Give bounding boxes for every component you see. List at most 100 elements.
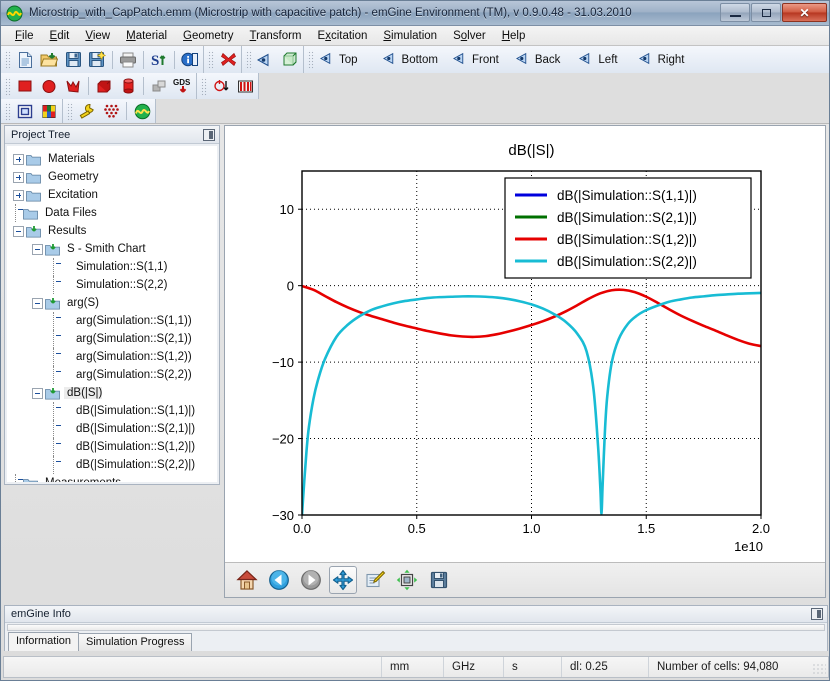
- dock-pin-icon[interactable]: [811, 608, 823, 620]
- eye-view-icon[interactable]: [254, 49, 278, 71]
- menu-simulation[interactable]: Simulation: [375, 28, 445, 44]
- info-icon[interactable]: [178, 49, 202, 71]
- project-tree[interactable]: MaterialsGeometryExcitationData FilesRes…: [7, 146, 217, 482]
- tree-node[interactable]: Simulation::S(2,2): [7, 276, 217, 294]
- tree-node[interactable]: arg(S): [7, 294, 217, 312]
- toolbar-gripper[interactable]: [4, 102, 11, 121]
- view-box-icon[interactable]: [13, 100, 37, 122]
- open-folder-icon[interactable]: [37, 49, 61, 71]
- tree-node[interactable]: arg(Simulation::S(1,1)): [7, 312, 217, 330]
- tree-node[interactable]: Simulation::S(1,1): [7, 258, 217, 276]
- tree-node-label: Measurements: [42, 477, 121, 482]
- run-simulation-icon[interactable]: [130, 100, 154, 122]
- polygon-shape-icon[interactable]: [61, 75, 85, 97]
- tab-simulation-progress[interactable]: Simulation Progress: [78, 633, 192, 651]
- mesh-grid-icon[interactable]: [99, 100, 123, 122]
- ellipse-shape-icon[interactable]: [37, 75, 61, 97]
- save-figure-icon[interactable]: [425, 566, 453, 594]
- menu-edit[interactable]: Edit: [42, 28, 78, 44]
- tree-node-label: arg(Simulation::S(2,2)): [73, 369, 192, 381]
- forward-arrow-icon[interactable]: [297, 566, 325, 594]
- view-front-button[interactable]: Front: [449, 50, 506, 70]
- tree-node[interactable]: dB(|Simulation::S(2,2)|): [7, 456, 217, 474]
- home-icon[interactable]: [233, 566, 261, 594]
- back-arrow-icon[interactable]: [265, 566, 293, 594]
- view-back-button[interactable]: Back: [512, 50, 568, 70]
- box-solid-icon[interactable]: [92, 75, 116, 97]
- results-folder-icon: [45, 387, 60, 399]
- print-icon[interactable]: [116, 49, 140, 71]
- tree-collapse-icon[interactable]: [13, 226, 24, 237]
- tree-node[interactable]: dB(|Simulation::S(1,1)|): [7, 402, 217, 420]
- menu-file[interactable]: File: [7, 28, 42, 44]
- tree-node[interactable]: Materials: [7, 150, 217, 168]
- minimize-button[interactable]: [720, 3, 750, 22]
- tree-node[interactable]: dB(|Simulation::S(1,2)|): [7, 438, 217, 456]
- tree-expand-icon[interactable]: [13, 172, 24, 183]
- eye-view-icon: [383, 52, 399, 68]
- wireframe-cube-icon[interactable]: [278, 49, 302, 71]
- close-button[interactable]: ✕: [782, 3, 827, 22]
- tree-node[interactable]: S - Smith Chart: [7, 240, 217, 258]
- tree-node[interactable]: Measurements: [7, 474, 217, 482]
- wrench-settings-icon[interactable]: [75, 100, 99, 122]
- toolbar-gripper[interactable]: [4, 77, 11, 96]
- save-icon[interactable]: [61, 49, 85, 71]
- view-top-button[interactable]: Top: [316, 50, 365, 70]
- tree-expand-icon[interactable]: [13, 154, 24, 165]
- tree-node[interactable]: arg(Simulation::S(1,2)): [7, 348, 217, 366]
- tree-expand-icon[interactable]: [13, 190, 24, 201]
- menu-excitation[interactable]: Excitation: [310, 28, 376, 44]
- gds-import-icon[interactable]: GDS: [171, 75, 195, 97]
- folder-icon: [26, 153, 41, 165]
- resize-grip-icon[interactable]: [812, 663, 826, 675]
- new-document-icon[interactable]: [13, 49, 37, 71]
- toolbar-separator: [174, 51, 175, 69]
- save-as-icon[interactable]: [85, 49, 109, 71]
- info-scrollbar[interactable]: [7, 624, 825, 631]
- view-right-button[interactable]: Right: [635, 50, 692, 70]
- zoom-rect-icon[interactable]: [361, 566, 389, 594]
- toolbar-gripper[interactable]: [307, 50, 314, 69]
- s-parameter-icon[interactable]: S: [147, 49, 171, 71]
- configure-subplots-icon[interactable]: [393, 566, 421, 594]
- color-view-icon[interactable]: [37, 100, 61, 122]
- view-left-button[interactable]: Left: [575, 50, 624, 70]
- toolbar-gripper[interactable]: [200, 77, 207, 96]
- dock-pin-icon[interactable]: [203, 129, 215, 141]
- menu-transform[interactable]: Transform: [242, 28, 310, 44]
- menu-solver[interactable]: Solver: [445, 28, 494, 44]
- menu-help[interactable]: Help: [494, 28, 534, 44]
- tree-node[interactable]: dB(|Simulation::S(2,1)|): [7, 420, 217, 438]
- port-icon[interactable]: [209, 75, 233, 97]
- tree-node[interactable]: dB(|S|): [7, 384, 217, 402]
- tab-information[interactable]: Information: [8, 632, 79, 651]
- tree-node[interactable]: Geometry: [7, 168, 217, 186]
- tree-node[interactable]: arg(Simulation::S(2,2)): [7, 366, 217, 384]
- x-axis-tick-label: 1.5: [637, 521, 655, 536]
- tree-collapse-icon[interactable]: [32, 388, 43, 399]
- pan-move-icon[interactable]: [329, 566, 357, 594]
- tree-node[interactable]: Excitation: [7, 186, 217, 204]
- cylinder-solid-icon[interactable]: [116, 75, 140, 97]
- delete-x-icon[interactable]: [216, 49, 240, 71]
- tree-collapse-icon[interactable]: [32, 244, 43, 255]
- menu-view[interactable]: View: [77, 28, 118, 44]
- rectangle-shape-icon[interactable]: [13, 75, 37, 97]
- toolbar-file-group: S: [1, 46, 204, 73]
- boolean-op-icon[interactable]: [147, 75, 171, 97]
- toolbar-gripper[interactable]: [207, 50, 214, 69]
- lumped-element-icon[interactable]: [233, 75, 257, 97]
- toolbar-gripper[interactable]: [66, 102, 73, 121]
- dB-magnitude-chart[interactable]: dB(|S|)0.00.51.01.52.0−30−20−100101e10dB…: [225, 126, 825, 561]
- tree-collapse-icon[interactable]: [32, 298, 43, 309]
- view-bottom-button[interactable]: Bottom: [379, 50, 445, 70]
- tree-node[interactable]: arg(Simulation::S(2,1)): [7, 330, 217, 348]
- tree-node[interactable]: Data Files: [7, 204, 217, 222]
- tree-node[interactable]: Results: [7, 222, 217, 240]
- toolbar-gripper[interactable]: [4, 50, 11, 69]
- menu-material[interactable]: Material: [118, 28, 175, 44]
- menu-geometry[interactable]: Geometry: [175, 28, 242, 44]
- maximize-button[interactable]: [751, 3, 781, 22]
- toolbar-gripper[interactable]: [245, 50, 252, 69]
